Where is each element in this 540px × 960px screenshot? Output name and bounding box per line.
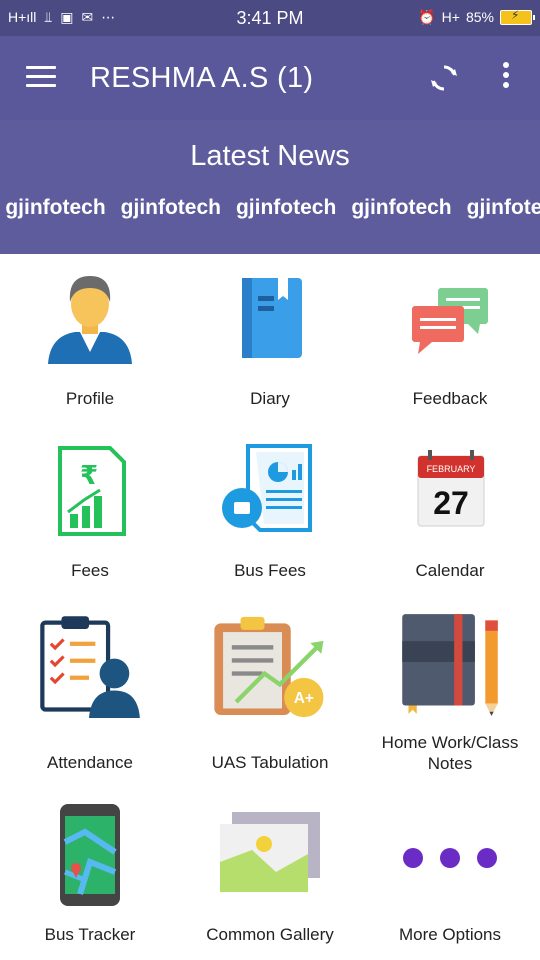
tile-fees[interactable]: ₹ Fees [0, 424, 180, 604]
news-ticker[interactable]: gjinfotech gjinfotech gjinfotech gjinfot… [0, 196, 540, 226]
tile-label: UAS Tabulation [211, 753, 329, 772]
tile-label: Bus Tracker [44, 925, 136, 944]
homework-icon [402, 614, 498, 716]
battery-percent: 85% [465, 9, 494, 25]
status-right-icons: ⏰ H+ 85% ⚡ [418, 8, 535, 26]
fees-icon: ₹ [58, 446, 126, 536]
tile-more-options[interactable]: More Options [360, 794, 540, 960]
tile-common-gallery[interactable]: Common Gallery [180, 794, 360, 960]
tile-label: Calendar [415, 561, 485, 580]
news-title: Latest News [190, 140, 350, 172]
tile-calendar[interactable]: FEBRUARY 27 Calendar [360, 424, 540, 604]
network-type: H+ [441, 9, 460, 25]
overflow-dot [503, 72, 509, 78]
news-ticker-item: gjinfotech [5, 196, 106, 219]
tile-label: Bus Fees [234, 561, 306, 580]
news-ticker-item: gjinfotech [466, 196, 540, 219]
news-ticker-item: gjinfotech [120, 196, 221, 219]
overflow-dot [503, 82, 509, 88]
calendar-day: 27 [433, 485, 469, 521]
latest-news-panel: Latest News gjinfotech gjinfotech gjinfo… [0, 120, 540, 254]
tile-label: More Options [398, 925, 502, 944]
tile-label: Home Work/Class Notes [381, 733, 519, 773]
tile-label: Common Gallery [206, 925, 334, 944]
tile-label: Diary [250, 389, 290, 408]
tile-bus-fees[interactable]: Bus Fees [180, 424, 360, 604]
feedback-icon [412, 288, 488, 354]
tile-label: Attendance [46, 753, 133, 772]
bus-fees-icon [222, 444, 312, 532]
svg-text:₹: ₹ [80, 461, 98, 491]
bus-tracker-icon [60, 804, 120, 906]
overflow-dot [503, 62, 509, 68]
alarm-icon: ⏰ [418, 9, 436, 25]
tile-label: Fees [71, 561, 109, 580]
diary-icon [242, 278, 302, 358]
more-options-icon [403, 848, 497, 868]
tile-uas-tabulation[interactable]: A+ UAS Tabulation [180, 604, 360, 794]
gallery-icon [220, 812, 320, 892]
tile-attendance[interactable]: Attendance [0, 604, 180, 794]
menu-button[interactable] [26, 66, 56, 90]
news-ticker-item: gjinfotech [351, 196, 452, 219]
page-title: RESHMA A.S (1) [90, 62, 314, 94]
tile-homework[interactable]: Home Work/Class Notes [360, 604, 540, 794]
overflow-menu-button[interactable] [496, 62, 516, 94]
profile-icon [48, 276, 132, 364]
tile-feedback[interactable]: Feedback [360, 254, 540, 424]
tile-label: Profile [65, 389, 115, 408]
calendar-month: FEBRUARY [427, 464, 476, 474]
status-bar: H+ıll ⫫ ▣ ✉ ⋯ 3:41 PM ⏰ H+ 85% ⚡ [0, 0, 540, 36]
menu-icon-line [26, 75, 56, 78]
battery-icon: ⚡ [500, 8, 535, 25]
tile-label: Feedback [412, 389, 488, 408]
tile-diary[interactable]: Diary [180, 254, 360, 424]
tile-profile[interactable]: Profile [0, 254, 180, 424]
app-bar: RESHMA A.S (1) [0, 36, 540, 120]
uas-tabulation-icon: A+ [214, 616, 324, 718]
menu-icon-line [26, 84, 56, 87]
calendar-icon: FEBRUARY 27 [417, 450, 485, 527]
refresh-icon [431, 65, 457, 91]
refresh-button[interactable] [428, 62, 460, 94]
menu-icon-line [26, 66, 56, 69]
tile-bus-tracker[interactable]: Bus Tracker [0, 794, 180, 960]
attendance-icon [40, 616, 140, 718]
grade-badge: A+ [294, 690, 314, 707]
news-ticker-item: gjinfotech [235, 196, 337, 219]
